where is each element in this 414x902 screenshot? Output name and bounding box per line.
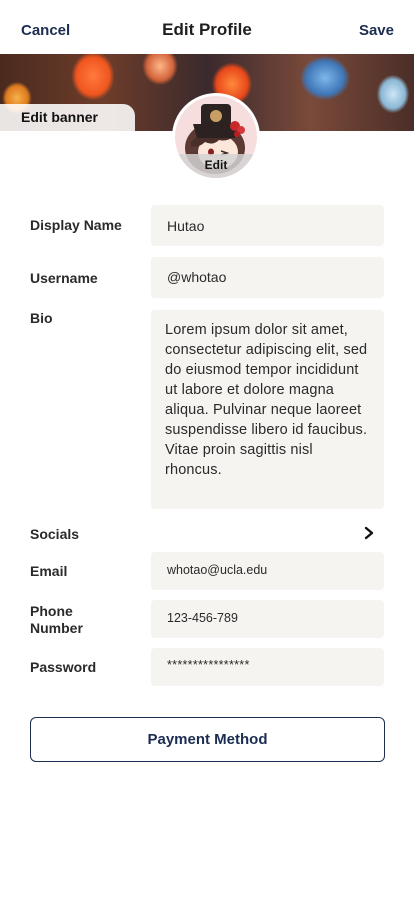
bio-textarea[interactable]: Lorem ipsum dolor sit amet, consectetur … (151, 310, 384, 509)
page-title: Edit Profile (162, 20, 252, 39)
email-field[interactable]: whotao@ucla.edu (151, 552, 384, 590)
payment-method-button[interactable]: Payment Method (30, 717, 385, 762)
password-label: Password (30, 659, 97, 675)
edit-banner-button[interactable]: Edit banner (0, 104, 135, 131)
phone-value: 123-456-789 (167, 611, 238, 625)
avatar-image: Edit (175, 96, 257, 178)
username-field[interactable]: @whotao (151, 257, 384, 298)
phone-label-line1: Phone (30, 603, 73, 619)
password-field[interactable]: **************** (151, 648, 384, 686)
socials-label[interactable]: Socials (30, 526, 79, 543)
chevron-right-icon[interactable] (362, 525, 376, 541)
password-value: **************** (167, 658, 250, 672)
bio-value: Lorem ipsum dolor sit amet, consectetur … (165, 322, 368, 478)
username-value: @whotao (167, 269, 227, 285)
display-name-field[interactable]: Hutao (151, 205, 384, 246)
phone-label-line2: Number (30, 620, 83, 636)
edit-avatar-label: Edit (175, 154, 257, 178)
phone-field[interactable]: 123-456-789 (151, 600, 384, 638)
email-value: whotao@ucla.edu (167, 563, 268, 577)
top-bar: Cancel Edit Profile Save (0, 0, 414, 54)
display-name-label: Display Name (30, 217, 122, 233)
bio-label: Bio (30, 310, 53, 326)
avatar[interactable]: Edit (172, 93, 260, 181)
save-button[interactable]: Save (359, 22, 394, 39)
display-name-value: Hutao (167, 218, 205, 234)
username-label: Username (30, 270, 98, 286)
email-label: Email (30, 563, 68, 579)
